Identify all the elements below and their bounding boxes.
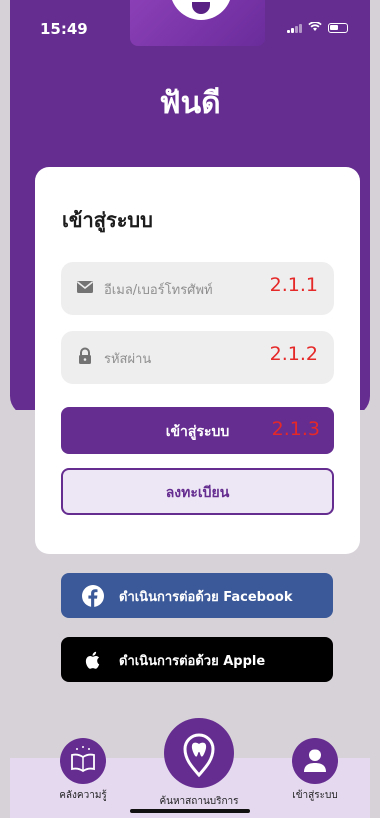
register-button[interactable]: ลงทะเบียน — [61, 468, 334, 515]
login-button[interactable]: เข้าสู่ระบบ 2.1.3 — [61, 407, 334, 454]
nav-label-find-service: ค้นหาสถานบริการ — [159, 796, 239, 807]
nav-item-knowledge[interactable]: คลังความรู้ — [48, 738, 118, 803]
annotation-label: 2.1.3 — [271, 418, 320, 440]
nav-item-find-service[interactable]: ค้นหาสถานบริการ — [148, 718, 250, 809]
nav-item-login[interactable]: เข้าสู่ระบบ — [280, 738, 350, 803]
apple-login-label: ดำเนินการต่อด้วย Apple — [119, 654, 266, 669]
facebook-icon — [82, 585, 104, 607]
wifi-icon — [308, 21, 322, 34]
facebook-login-label: ดำเนินการต่อด้วย Facebook — [119, 590, 293, 605]
tooth-location-icon — [164, 718, 234, 788]
email-field[interactable]: อีเมล/เบอร์โทรศัพท์ 2.1.1 — [61, 262, 334, 315]
signal-icon — [287, 23, 302, 33]
password-placeholder: รหัสผ่าน — [104, 352, 152, 367]
annotation-label: 2.1.1 — [269, 274, 318, 296]
app-title: ฟันดี — [159, 86, 221, 121]
book-icon — [60, 738, 106, 784]
apple-icon — [82, 649, 104, 671]
app-logo — [130, 0, 265, 46]
status-icons — [287, 21, 348, 34]
password-field[interactable]: รหัสผ่าน 2.1.2 — [61, 331, 334, 384]
home-indicator — [130, 809, 250, 813]
register-button-label: ลงทะเบียน — [165, 485, 230, 501]
apple-login-button[interactable]: ดำเนินการต่อด้วย Apple — [61, 637, 333, 682]
login-card: เข้าสู่ระบบ อีเมล/เบอร์โทรศัพท์ 2.1.1 รห… — [35, 167, 360, 554]
status-time: 15:49 — [40, 20, 88, 38]
email-placeholder: อีเมล/เบอร์โทรศัพท์ — [104, 283, 213, 298]
lock-icon — [76, 347, 94, 365]
battery-icon — [328, 23, 348, 33]
user-icon — [292, 738, 338, 784]
login-title: เข้าสู่ระบบ — [62, 208, 153, 232]
annotation-label: 2.1.2 — [269, 343, 318, 365]
nav-label-knowledge: คลังความรู้ — [59, 790, 107, 801]
mail-icon — [76, 278, 94, 296]
nav-label-login: เข้าสู่ระบบ — [292, 790, 338, 801]
facebook-login-button[interactable]: ดำเนินการต่อด้วย Facebook — [61, 573, 333, 618]
